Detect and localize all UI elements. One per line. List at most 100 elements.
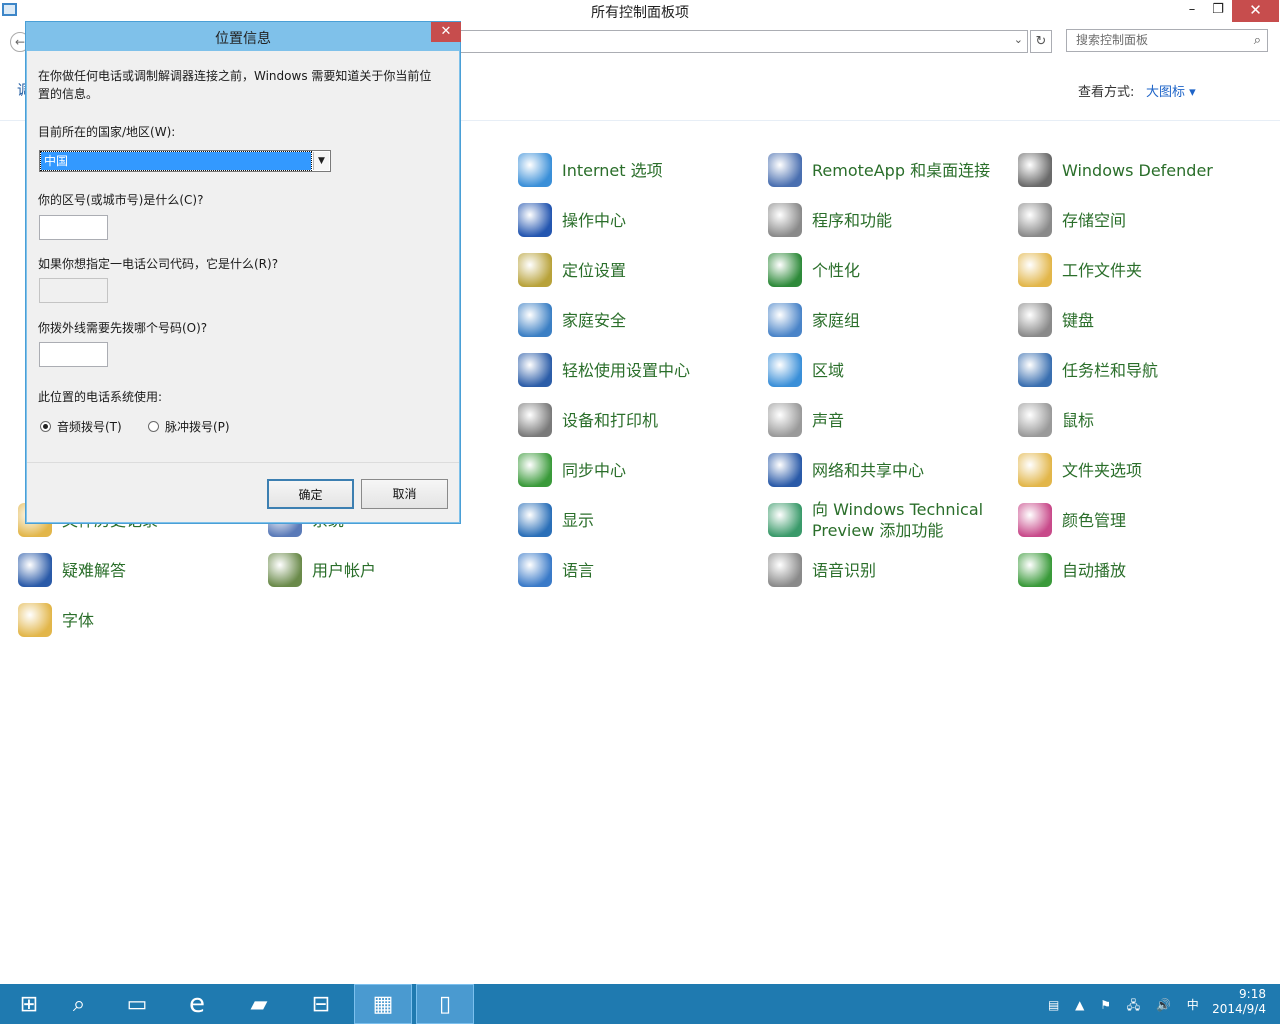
divider [27,462,459,463]
intro-text: 在你做任何电话或调制解调器连接之前，Windows 需要知道关于你当前位置的信息… [38,69,432,101]
control-panel-item[interactable]: 家庭组 [768,300,1008,340]
control-panel-item[interactable]: 网络和共享中心 [768,450,1008,490]
cancel-button[interactable]: 取消 [361,479,448,509]
sound-icon[interactable] [768,403,802,437]
clock[interactable]: 9:18 2014/9/4 [1200,987,1266,1017]
language-icon[interactable] [518,553,552,587]
control-panel-item[interactable]: 语言 [518,550,758,590]
troubleshooting-icon[interactable] [18,553,52,587]
ok-button[interactable]: 确定 [267,479,354,509]
control-panel-item[interactable]: 用户帐户 [268,550,508,590]
radio-unchecked-icon[interactable] [148,421,159,432]
control-panel-item[interactable]: 区域 [768,350,1008,390]
taskbar-navigation-icon[interactable] [1018,353,1052,387]
control-panel-item[interactable]: 语音识别 [768,550,1008,590]
control-panel-item-label: 自动播放 [1062,560,1127,580]
control-panel-item[interactable]: 轻松使用设置中心 [518,350,758,390]
country-select[interactable]: 中国 ▼ [39,150,331,172]
fonts-icon[interactable] [18,603,52,637]
work-folders-icon[interactable] [1018,253,1052,287]
internet-options-icon[interactable] [518,153,552,187]
close-button[interactable]: ✕ [1232,0,1279,22]
chevron-down-icon[interactable]: ⌄ [1014,33,1023,46]
control-panel-item-label: 设备和打印机 [562,410,659,430]
area-code-input[interactable] [39,215,108,240]
task-view-icon[interactable]: ▭ [108,984,166,1024]
remoteapp-icon[interactable] [768,153,802,187]
system-tray-icons[interactable]: ▤ ▲ ⚑ 🖧 🔊 中 [1048,996,1205,1017]
region-icon[interactable] [768,353,802,387]
control-panel-item-label: 操作中心 [562,210,627,230]
refresh-button[interactable]: ↻ [1030,30,1052,53]
address-bar[interactable]: ⌄ [460,30,1028,53]
control-panel-item[interactable]: 家庭安全 [518,300,758,340]
control-panel-item[interactable]: 工作文件夹 [1018,250,1258,290]
carrier-code-label: 如果你想指定一电话公司代码，它是什么(R)? [38,257,279,271]
chevron-down-icon[interactable]: ▼ [313,152,329,170]
search-input[interactable]: 搜索控制面板 ⌕ [1066,29,1268,52]
location-settings-icon[interactable] [518,253,552,287]
control-panel-item[interactable]: 设备和打印机 [518,400,758,440]
mouse-icon[interactable] [1018,403,1052,437]
family-safety-icon[interactable] [518,303,552,337]
speech-recognition-icon[interactable] [768,553,802,587]
control-panel-item-label: 键盘 [1062,310,1095,330]
control-panel-item[interactable]: 个性化 [768,250,1008,290]
keyboard-icon[interactable] [1018,303,1052,337]
autoplay-icon[interactable] [1018,553,1052,587]
control-panel-icon[interactable]: ▦ [354,984,412,1024]
sync-center-icon[interactable] [518,453,552,487]
action-center-flag-icon[interactable] [518,203,552,237]
carrier-code-input[interactable] [39,278,108,303]
display-icon[interactable] [518,503,552,537]
control-panel-item[interactable]: 自动播放 [1018,550,1258,590]
control-panel-item[interactable]: 向 Windows Technical Preview 添加功能 [768,500,1008,540]
user-accounts-icon[interactable] [268,553,302,587]
outside-line-input[interactable] [39,342,108,367]
dialog-close-button[interactable]: ✕ [431,22,461,42]
document-icon[interactable]: ▯ [416,984,474,1024]
control-panel-item[interactable]: 疑难解答 [18,550,258,590]
restore-button[interactable]: ❐ [1206,0,1230,22]
control-panel-item[interactable]: 颜色管理 [1018,500,1258,540]
store-icon[interactable]: ⊟ [292,984,350,1024]
storage-spaces-icon[interactable] [1018,203,1052,237]
control-panel-item[interactable]: 文件夹选项 [1018,450,1258,490]
control-panel-item[interactable]: Windows Defender [1018,150,1258,190]
control-panel-item[interactable]: 键盘 [1018,300,1258,340]
control-panel-item[interactable]: RemoteApp 和桌面连接 [768,150,1008,190]
outside-line-label: 你拨外线需要先拨哪个号码(O)? [38,321,208,335]
color-management-icon[interactable] [1018,503,1052,537]
pulse-dial-radio[interactable]: 脉冲拨号(P) [148,418,230,435]
control-panel-item[interactable]: 存储空间 [1018,200,1258,240]
control-panel-item[interactable]: 定位设置 [518,250,758,290]
programs-icon[interactable] [768,203,802,237]
control-panel-item[interactable]: 声音 [768,400,1008,440]
add-features-icon[interactable] [768,503,802,537]
tone-dial-radio[interactable]: 音频拨号(T) [40,418,122,435]
homegroup-icon[interactable] [768,303,802,337]
file-explorer-icon[interactable]: ▰ [230,984,288,1024]
control-panel-item-label: Windows Defender [1062,160,1213,180]
network-sharing-icon[interactable] [768,453,802,487]
control-panel-item[interactable]: 字体 [18,600,258,640]
control-panel-item[interactable]: 鼠标 [1018,400,1258,440]
radio-checked-icon[interactable] [40,421,51,432]
control-panel-item[interactable]: 程序和功能 [768,200,1008,240]
folder-options-icon[interactable] [1018,453,1052,487]
minimize-button[interactable]: – [1180,0,1204,22]
personalization-icon[interactable] [768,253,802,287]
search-icon[interactable]: ⌕ [50,984,108,1024]
devices-printers-icon[interactable] [518,403,552,437]
control-panel-item[interactable]: 操作中心 [518,200,758,240]
control-panel-item[interactable]: 任务栏和导航 [1018,350,1258,390]
control-panel-item[interactable]: Internet 选项 [518,150,758,190]
internet-explorer-icon[interactable]: e [168,984,226,1024]
control-panel-item[interactable]: 显示 [518,500,758,540]
search-icon[interactable]: ⌕ [1254,30,1261,51]
control-panel-item[interactable]: 同步中心 [518,450,758,490]
ease-of-access-icon[interactable] [518,353,552,387]
view-by-dropdown[interactable]: 大图标 ▾ [1146,81,1196,100]
window-title: 所有控制面板项 [591,5,689,21]
defender-icon[interactable] [1018,153,1052,187]
